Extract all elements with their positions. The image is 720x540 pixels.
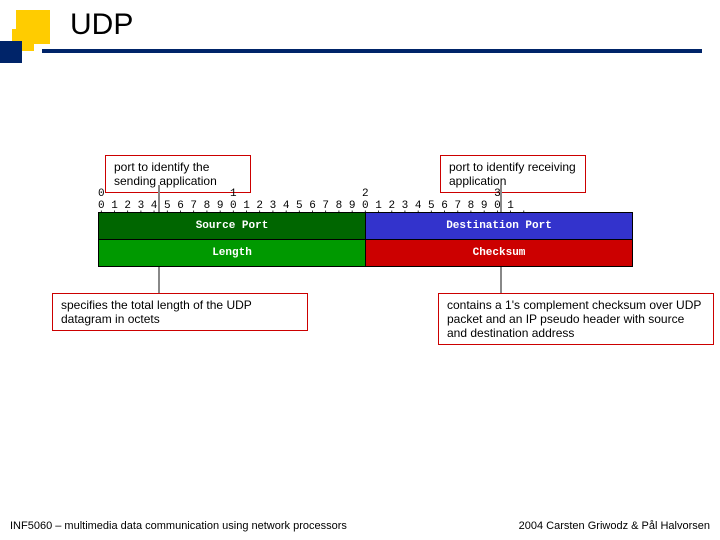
callout-checksum: contains a 1's complement checksum over … bbox=[438, 293, 714, 345]
field-checksum: Checksum bbox=[366, 240, 633, 267]
footer-left: INF5060 – multimedia data communication … bbox=[10, 520, 347, 532]
title-underline bbox=[42, 49, 702, 53]
field-source-port: Source Port bbox=[99, 213, 366, 240]
page-title: UDP bbox=[70, 8, 133, 42]
udp-header-table: Source Port Destination Port Length Chec… bbox=[98, 212, 633, 267]
field-length: Length bbox=[99, 240, 366, 267]
table-row: Length Checksum bbox=[99, 240, 633, 267]
accent-square-blue bbox=[0, 41, 22, 63]
ruler-tens: 0 1 2 3 bbox=[98, 188, 501, 200]
table-row: Source Port Destination Port bbox=[99, 213, 633, 240]
footer-right: 2004 Carsten Griwodz & Pål Halvorsen bbox=[519, 520, 710, 532]
callout-length: specifies the total length of the UDP da… bbox=[52, 293, 308, 331]
field-destination-port: Destination Port bbox=[366, 213, 633, 240]
